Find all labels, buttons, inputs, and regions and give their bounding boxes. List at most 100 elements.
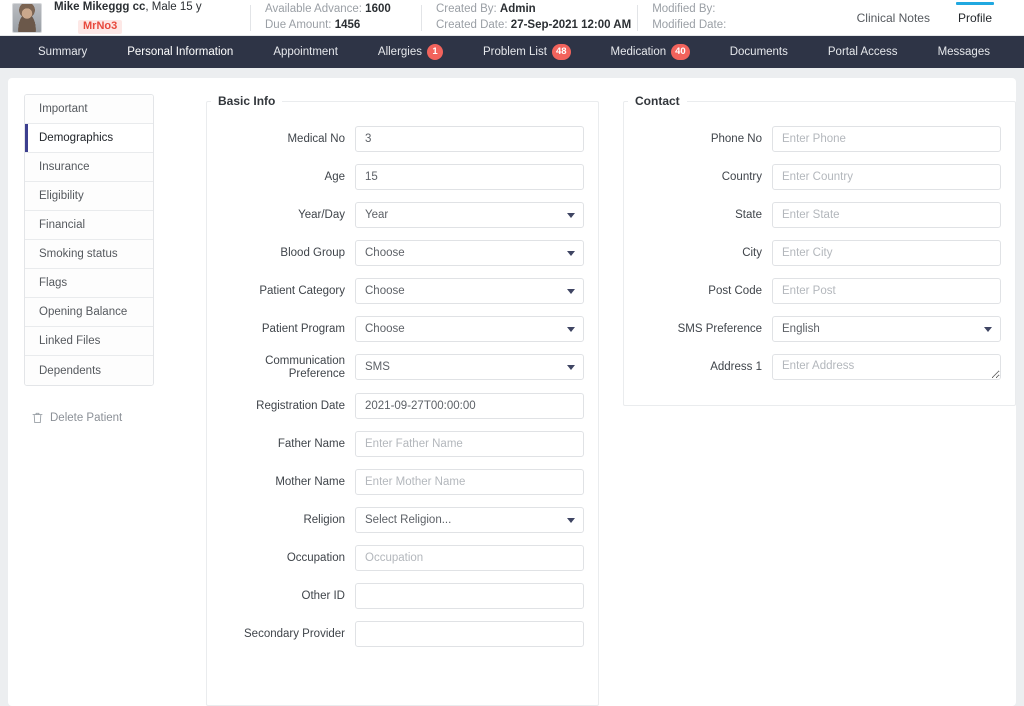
delete-patient-button[interactable]: Delete Patient — [24, 412, 154, 424]
nav-item-documents-label: Documents — [729, 46, 788, 58]
sidebar-item-dependents-label: Dependents — [39, 364, 102, 377]
other-id-input[interactable] — [355, 583, 584, 610]
year-day-select[interactable]: Year — [355, 202, 584, 228]
sidebar-item-smoking-status-label: Smoking status — [39, 248, 118, 260]
profile-sidebar: Important Demographics Insurance Eligibi… — [24, 94, 154, 706]
nav-item-portal-access[interactable]: Portal Access — [808, 36, 918, 68]
sidebar-item-smoking-status[interactable]: Smoking status — [25, 240, 153, 269]
nav-item-allergies[interactable]: Allergies 1 — [358, 36, 463, 68]
blood-group-select[interactable]: Choose — [355, 240, 584, 266]
available-advance-row: Available Advance: 1600 — [265, 2, 391, 15]
tab-clinical-notes[interactable]: Clinical Notes — [843, 0, 944, 36]
nav-item-summary[interactable]: Summary — [18, 36, 107, 68]
avatar — [12, 2, 42, 33]
nav-item-problem-list[interactable]: Problem List 48 — [463, 36, 591, 68]
header-divider-3 — [637, 4, 639, 31]
nav-item-personal-information[interactable]: Personal Information — [107, 36, 253, 75]
post-code-input[interactable] — [772, 278, 1001, 304]
secondary-provider-input[interactable] — [355, 621, 584, 648]
address-1-textarea[interactable] — [772, 354, 1001, 380]
contact-title: Contact — [635, 94, 680, 108]
age-input[interactable] — [355, 164, 584, 190]
communication-preference-select-value: SMS — [365, 361, 390, 373]
field-patient-category-label: Patient Category — [259, 285, 345, 297]
sidebar-item-important[interactable]: Important — [25, 95, 153, 124]
state-input[interactable] — [772, 202, 1001, 228]
tab-profile-label: Profile — [957, 10, 992, 25]
phone-no-input[interactable] — [772, 126, 1001, 152]
tab-profile[interactable]: Profile — [944, 0, 1006, 36]
sidebar-item-eligibility[interactable]: Eligibility — [25, 182, 153, 211]
nav-item-medication[interactable]: Medication 40 — [591, 36, 710, 68]
header-divider-2 — [421, 4, 422, 31]
nav-item-documents[interactable]: Documents — [710, 36, 808, 68]
field-registration-date-label: Registration Date — [256, 400, 345, 413]
created-date-value: 27-Sep-2021 12:00 AM — [510, 18, 632, 31]
occupation-input[interactable] — [355, 545, 584, 572]
city-input[interactable] — [772, 240, 1001, 266]
sidebar-item-linked-files-label: Linked Files — [39, 335, 101, 347]
field-secondary-provider-label: Secondary Provider — [244, 628, 345, 641]
nav-item-messages-label: Messages — [937, 46, 990, 58]
sidebar-item-insurance[interactable]: Insurance — [25, 153, 153, 182]
field-mother-name: Mother Name — [207, 469, 584, 496]
sidebar-item-opening-balance[interactable]: Opening Balance — [25, 298, 153, 327]
sidebar-item-flags[interactable]: Flags — [25, 269, 153, 298]
nav-badge-medication: 40 — [671, 44, 690, 60]
trash-icon — [32, 412, 43, 424]
field-other-id-label: Other ID — [301, 590, 345, 603]
medical-no-input[interactable] — [355, 126, 584, 152]
field-year-day: Year/Day Year — [207, 202, 584, 228]
patient-category-select-value: Choose — [365, 285, 405, 297]
father-name-input[interactable] — [355, 431, 584, 458]
sidebar-item-demographics[interactable]: Demographics — [25, 124, 153, 153]
sidebar-item-eligibility-label: Eligibility — [39, 190, 84, 202]
field-religion: Religion Select Religion... — [207, 507, 584, 534]
field-sms-preference: SMS Preference English — [624, 316, 1001, 342]
patient-program-select-value: Choose — [365, 323, 405, 335]
field-state-label: State — [735, 209, 762, 221]
mother-name-input[interactable] — [355, 469, 584, 496]
field-address-1-label: Address 1 — [710, 361, 762, 373]
communication-preference-select[interactable]: SMS — [355, 354, 584, 380]
religion-select-value: Select Religion... — [365, 514, 452, 527]
field-medical-no-label: Medical No — [287, 133, 345, 145]
contact-panel: Contact Phone No Country — [623, 94, 1016, 406]
patient-category-select[interactable]: Choose — [355, 278, 584, 304]
nav-item-messages[interactable]: Messages — [918, 36, 1010, 68]
nav-item-appointment[interactable]: Appointment — [253, 36, 358, 68]
field-phone-no-label: Phone No — [710, 133, 762, 145]
patient-profile-page: Mike Mikeggg cc, Male 15 y MrNo3 Availab… — [0, 0, 1024, 706]
field-occupation: Occupation — [207, 545, 584, 572]
form-panels: Basic Info Medical No Age — [154, 94, 1016, 706]
patient-name-line: Mike Mikeggg cc, Male 15 y — [54, 0, 244, 14]
nav-item-family-history[interactable]: Family History — [1010, 36, 1024, 68]
sms-preference-select[interactable]: English — [772, 316, 1001, 342]
sidebar-item-dependents[interactable]: Dependents — [25, 356, 153, 385]
available-advance-value: 1600 — [365, 2, 391, 15]
sidebar-item-linked-files[interactable]: Linked Files — [25, 327, 153, 356]
sidebar-item-financial[interactable]: Financial — [25, 211, 153, 240]
registration-date-input[interactable] — [355, 393, 584, 420]
field-secondary-provider: Secondary Provider — [207, 621, 584, 648]
field-country: Country — [624, 164, 1001, 190]
nav-item-appointment-label: Appointment — [273, 46, 338, 58]
field-blood-group-label: Blood Group — [280, 247, 345, 259]
patient-program-select[interactable]: Choose — [355, 316, 584, 342]
field-occupation-label: Occupation — [286, 552, 345, 565]
basic-info-title: Basic Info — [218, 94, 276, 108]
patient-header: Mike Mikeggg cc, Male 15 y MrNo3 Availab… — [0, 0, 1024, 36]
created-date-row: Created Date: 27-Sep-2021 12:00 AM — [436, 18, 632, 31]
created-info: Created By: Admin Created Date: 27-Sep-2… — [436, 2, 631, 33]
patient-mrno-row: MrNo3 — [54, 15, 244, 35]
nav-item-problem-list-label: Problem List — [483, 46, 547, 58]
delete-patient-label: Delete Patient — [50, 412, 123, 424]
field-city: City — [624, 240, 1001, 266]
field-state: State — [624, 202, 1001, 228]
field-other-id: Other ID — [207, 583, 584, 610]
country-input[interactable] — [772, 164, 1001, 190]
sidebar-item-demographics-label: Demographics — [39, 132, 114, 144]
religion-select[interactable]: Select Religion... — [355, 507, 584, 534]
sidebar-item-opening-balance-label: Opening Balance — [39, 306, 128, 318]
field-father-name-label: Father Name — [277, 438, 345, 451]
